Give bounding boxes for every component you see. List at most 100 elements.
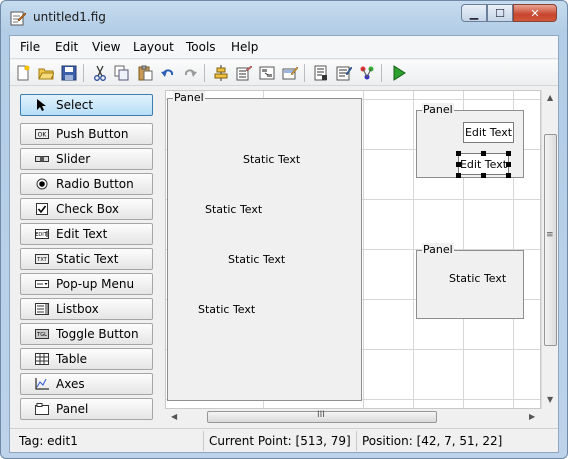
- palette-label: Check Box: [56, 202, 120, 216]
- palette-select[interactable]: Select: [20, 94, 153, 116]
- run-figure-icon[interactable]: [391, 65, 407, 81]
- edit-text-1[interactable]: Edit Text: [463, 122, 514, 143]
- menu-edit[interactable]: Edit: [55, 40, 78, 54]
- horizontal-scrollbar[interactable]: ◀ III ▶: [165, 409, 541, 425]
- palette-panel[interactable]: Panel: [20, 398, 153, 420]
- toolbar-editor-icon[interactable]: [282, 65, 298, 81]
- resize-handle[interactable]: [506, 151, 511, 156]
- menu-bar: File Edit View Layout Tools Help: [10, 36, 558, 59]
- static-text[interactable]: Static Text: [205, 203, 262, 216]
- panel-title: Panel: [173, 91, 205, 104]
- palette-label: Radio Button: [56, 177, 134, 191]
- scroll-down-icon[interactable]: ▼: [547, 395, 553, 404]
- palette-label: Select: [56, 98, 94, 112]
- arrow-pointer-icon: [37, 99, 46, 111]
- resize-handle[interactable]: [506, 173, 511, 178]
- cut-icon[interactable]: [92, 65, 108, 81]
- palette-table[interactable]: Table: [20, 348, 153, 370]
- status-current-point: Current Point: [513, 79]: [209, 434, 351, 448]
- resize-handle[interactable]: [456, 162, 461, 167]
- undo-icon[interactable]: [160, 65, 176, 81]
- menu-layout[interactable]: Layout: [133, 40, 174, 54]
- align-objects-icon[interactable]: [213, 65, 229, 81]
- scroll-up-icon[interactable]: ▲: [547, 93, 553, 102]
- panel-top-right[interactable]: Panel Edit Text Edit Text: [416, 103, 524, 178]
- component-palette: Select OK Push Button Slider Radio Butto…: [10, 87, 161, 427]
- layout-area[interactable]: Panel Static Text Static Text Static Tex…: [165, 90, 541, 409]
- close-button[interactable]: ✕: [513, 4, 557, 22]
- scroll-left-icon[interactable]: ◀: [171, 412, 177, 421]
- resize-handle[interactable]: [456, 151, 461, 156]
- edit-text-icon: EDIT: [35, 229, 49, 239]
- title-bar[interactable]: untitled1.fig ▁ ☐ ✕: [1, 1, 567, 35]
- scroll-right-icon[interactable]: ▶: [529, 412, 535, 421]
- resize-handle[interactable]: [481, 173, 486, 178]
- vertical-scroll-thumb[interactable]: ≡: [544, 134, 557, 346]
- window-title: untitled1.fig: [33, 10, 106, 24]
- toolbar-separator: [381, 64, 382, 82]
- palette-popup-menu[interactable]: Pop-up Menu: [20, 273, 153, 295]
- axes-icon: [35, 378, 49, 390]
- menu-help[interactable]: Help: [231, 40, 258, 54]
- panel-title: Panel: [422, 243, 454, 256]
- menu-editor-icon[interactable]: [236, 65, 252, 81]
- object-browser-icon[interactable]: [359, 65, 375, 81]
- status-separator: [203, 431, 204, 451]
- static-text[interactable]: Static Text: [243, 153, 300, 166]
- palette-push-button[interactable]: OK Push Button: [20, 123, 153, 145]
- status-separator: [356, 431, 357, 451]
- svg-text:TGL: TGL: [36, 332, 47, 338]
- edit-text-value: Edit Text: [459, 157, 508, 171]
- palette-label: Table: [56, 352, 88, 366]
- edit-text-2-selected[interactable]: Edit Text: [458, 153, 509, 175]
- palette-label: Push Button: [56, 127, 129, 141]
- popup-menu-icon: [35, 280, 49, 288]
- static-text[interactable]: Static Text: [449, 272, 506, 285]
- client-area: File Edit View Layout Tools Help Select …: [9, 35, 559, 453]
- property-inspector-icon[interactable]: [336, 65, 352, 81]
- copy-icon[interactable]: [114, 65, 130, 81]
- minimize-button[interactable]: ▁: [461, 4, 487, 22]
- toolbar-separator: [83, 64, 84, 82]
- resize-handle[interactable]: [481, 151, 486, 156]
- maximize-icon: ☐: [495, 6, 505, 20]
- menu-tools[interactable]: Tools: [186, 40, 216, 54]
- resize-handle[interactable]: [456, 173, 461, 178]
- menu-view[interactable]: View: [92, 40, 120, 54]
- menu-file[interactable]: File: [20, 40, 40, 54]
- tab-order-editor-icon[interactable]: [259, 65, 275, 81]
- maximize-button[interactable]: ☐: [487, 4, 513, 22]
- vertical-scrollbar[interactable]: ▲ ≡ ▼: [541, 90, 558, 409]
- status-bar: Tag: edit1 Current Point: [513, 79] Posi…: [10, 428, 558, 452]
- close-icon: ✕: [530, 6, 540, 20]
- palette-static-text[interactable]: TXT Static Text: [20, 248, 153, 270]
- thumb-grip-icon: III: [317, 410, 325, 420]
- palette-check-box[interactable]: Check Box: [20, 198, 153, 220]
- new-figure-icon[interactable]: [15, 65, 31, 81]
- save-icon[interactable]: [61, 65, 77, 81]
- palette-slider[interactable]: Slider: [20, 148, 153, 170]
- palette-axes[interactable]: Axes: [20, 373, 153, 395]
- static-text-icon: TXT: [35, 254, 49, 264]
- horizontal-scroll-thumb[interactable]: III: [207, 410, 437, 423]
- svg-text:EDIT: EDIT: [35, 232, 47, 238]
- mfile-editor-icon[interactable]: [313, 65, 329, 81]
- palette-edit-text[interactable]: EDIT Edit Text: [20, 223, 153, 245]
- panel-left[interactable]: Panel Static Text Static Text Static Tex…: [167, 91, 362, 401]
- panel-title: Panel: [422, 103, 454, 116]
- status-position: Position: [42, 7, 51, 22]: [362, 434, 503, 448]
- open-file-icon[interactable]: [38, 65, 54, 81]
- listbox-icon: [35, 303, 49, 315]
- palette-label: Edit Text: [56, 227, 108, 241]
- slider-icon: [35, 156, 49, 162]
- redo-icon[interactable]: [182, 65, 198, 81]
- palette-listbox[interactable]: Listbox: [20, 298, 153, 320]
- panel-bottom-right[interactable]: Panel Static Text: [416, 243, 524, 319]
- static-text[interactable]: Static Text: [198, 303, 255, 316]
- resize-handle[interactable]: [506, 162, 511, 167]
- palette-toggle-button[interactable]: TGL Toggle Button: [20, 323, 153, 345]
- static-text[interactable]: Static Text: [228, 253, 285, 266]
- paste-icon[interactable]: [137, 65, 153, 81]
- toolbar-separator: [304, 64, 305, 82]
- palette-radio-button[interactable]: Radio Button: [20, 173, 153, 195]
